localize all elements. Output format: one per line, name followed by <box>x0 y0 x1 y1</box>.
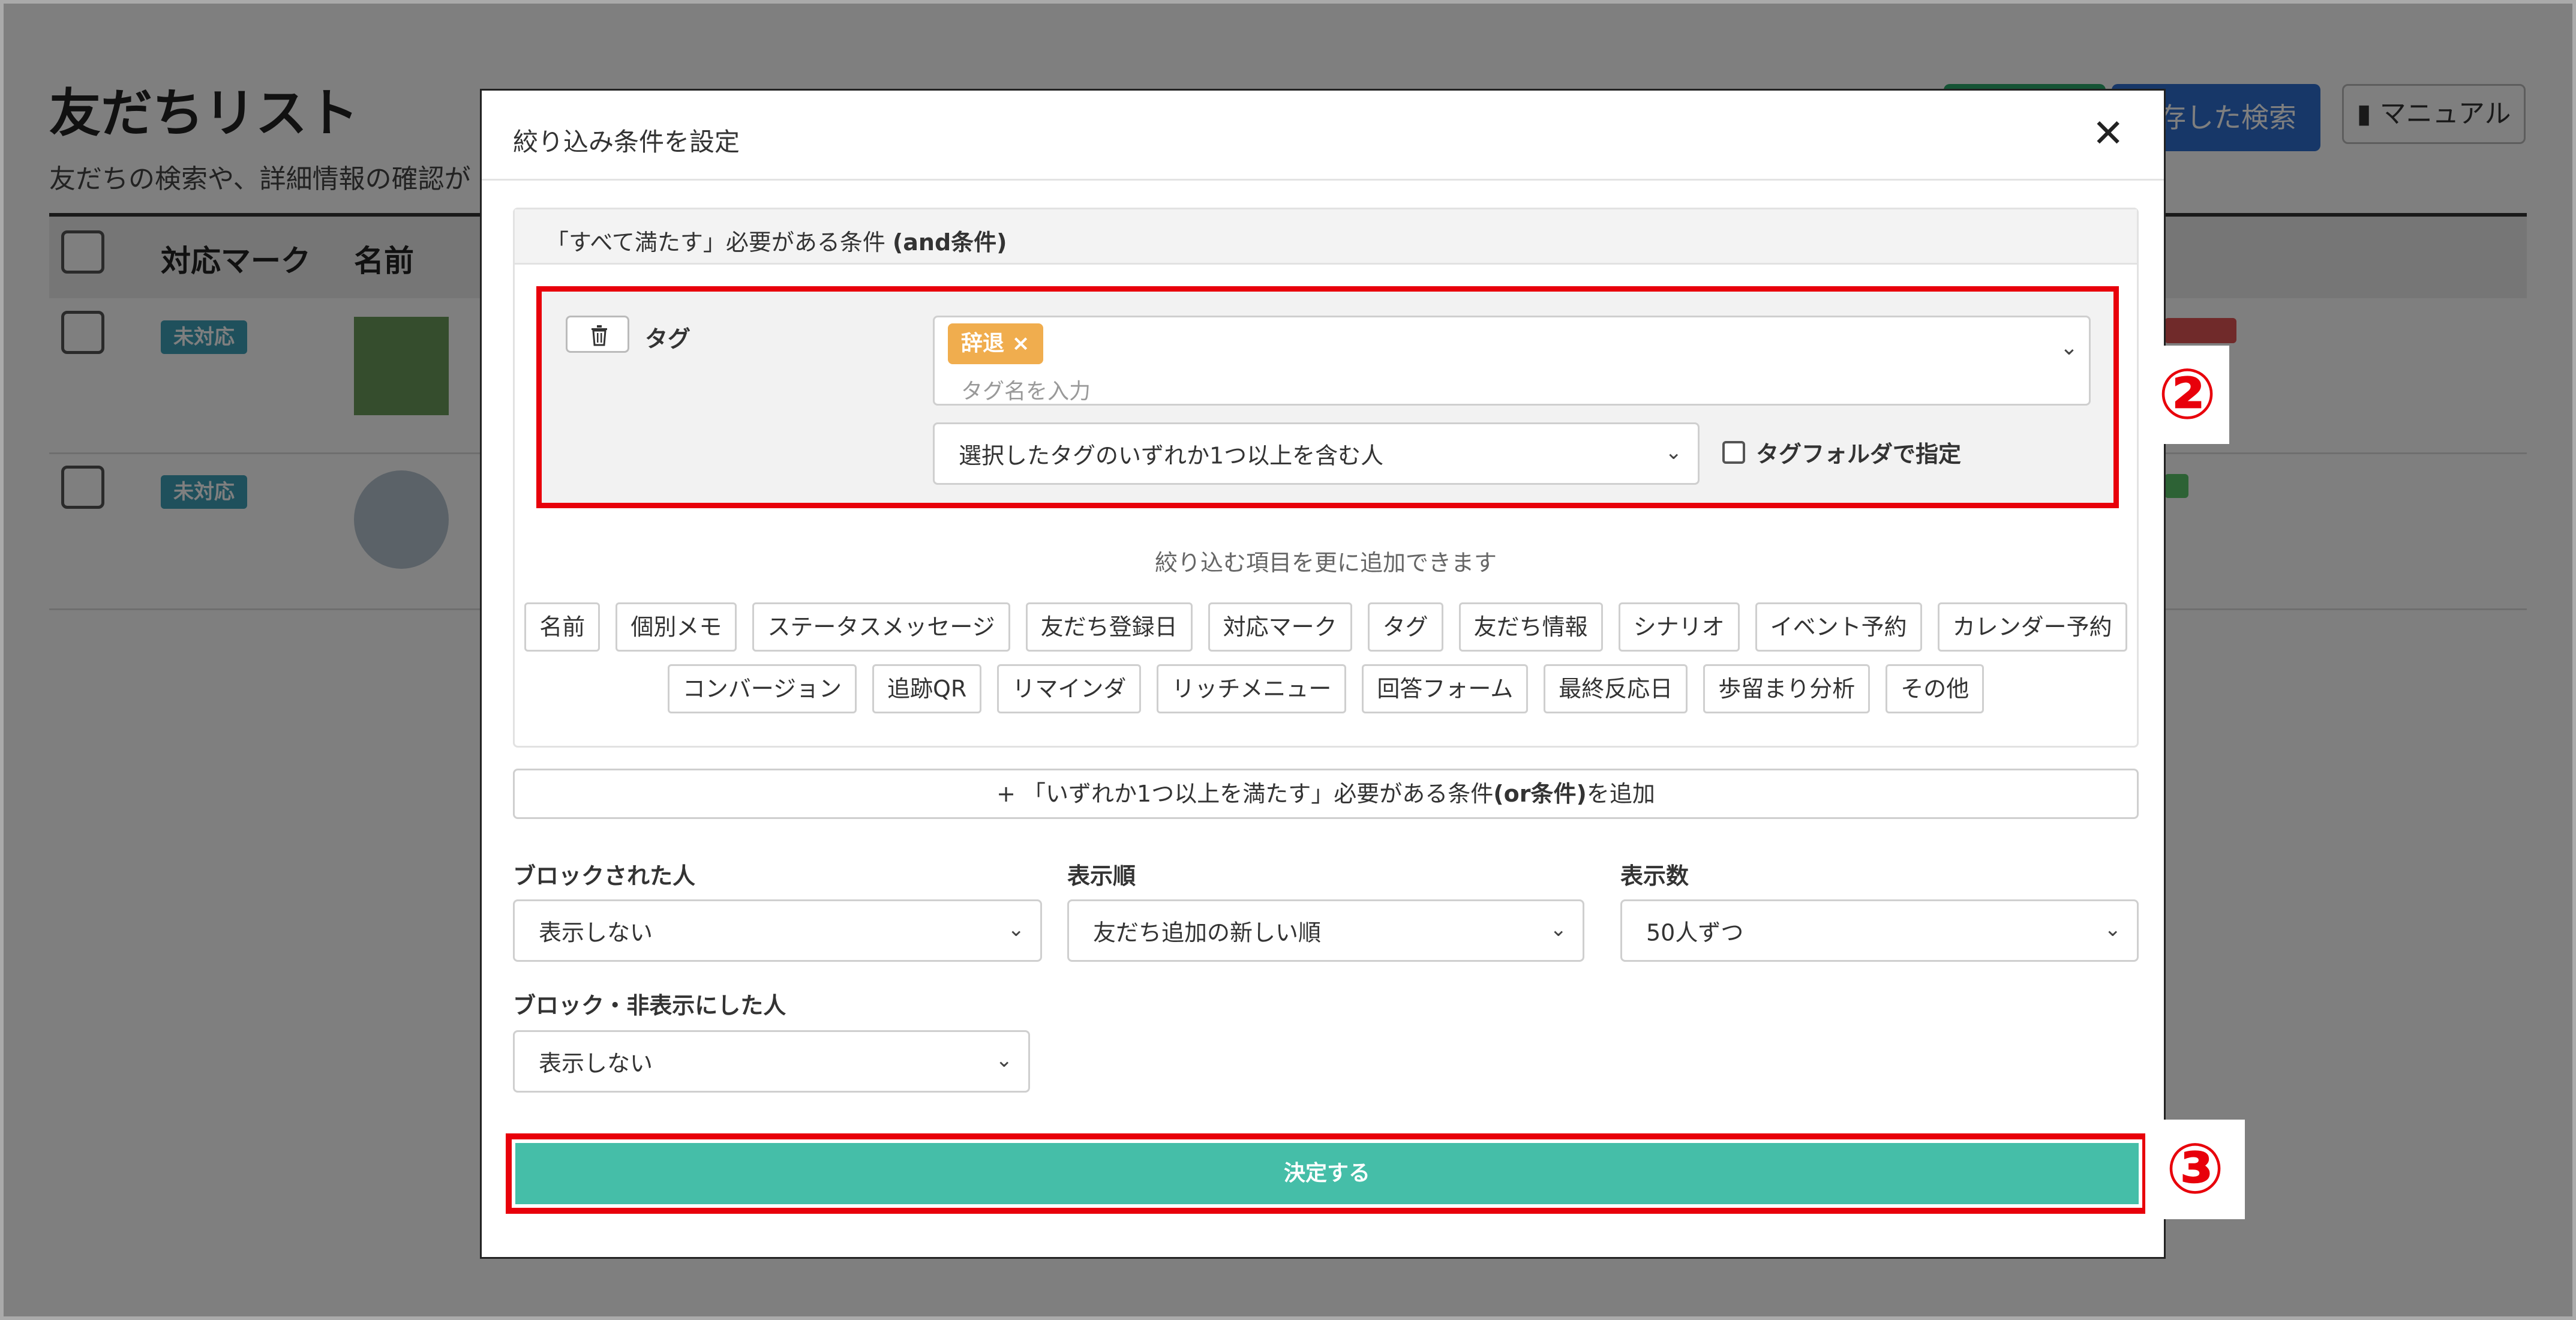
add-item-other[interactable]: その他 <box>1886 664 1984 713</box>
hidden-value: 表示しない <box>539 1050 653 1077</box>
per-page-select[interactable]: 50人ずつ ⌄ <box>1620 899 2139 962</box>
chevron-down-icon[interactable]: ⌄ <box>2060 335 2078 360</box>
chevron-down-icon: ⌄ <box>1665 440 1683 464</box>
blocked-value: 表示しない <box>539 919 653 946</box>
add-item-yield-analysis[interactable]: 歩留まり分析 <box>1703 664 1871 713</box>
modal-header: 絞り込み条件を設定 ✕ <box>482 91 2164 181</box>
add-item-calendar-reservation[interactable]: カレンダー予約 <box>1937 602 2127 652</box>
sort-order-label: 表示順 <box>1067 863 1136 889</box>
and-condition-box: 「すべて満たす」必要がある条件 (and条件) タグ 辞退 × タグ名を入力 ⌄ <box>513 208 2139 748</box>
tag-condition-row: タグ 辞退 × タグ名を入力 ⌄ 選択したタグのいずれか1つ以上を含む人 ⌄ タ… <box>536 286 2119 508</box>
submit-button[interactable]: 決定する <box>515 1143 2139 1204</box>
add-item-status-message[interactable]: ステータスメッセージ <box>752 602 1010 652</box>
add-item-tracking-qr[interactable]: 追跡QR <box>872 664 982 713</box>
and-condition-header: 「すべて満たす」必要がある条件 (and条件) <box>515 209 2137 265</box>
sort-order-value: 友だち追加の新しい順 <box>1093 919 1322 946</box>
add-item-friend-info[interactable]: 友だち情報 <box>1458 602 1603 652</box>
tag-folder-checkbox[interactable] <box>1722 440 1745 464</box>
add-items-hint: 絞り込む項目を更に追加できます <box>1154 550 1497 576</box>
chevron-down-icon: ⌄ <box>995 1048 1013 1072</box>
submit-highlight: 決定する <box>506 1133 2148 1214</box>
selected-tag-chip[interactable]: 辞退 × <box>948 323 1043 364</box>
step-marker-3: ③ <box>2145 1120 2245 1219</box>
tag-folder-option[interactable]: タグフォルダで指定 <box>1722 436 1961 469</box>
condition-label: タグ <box>645 326 691 352</box>
add-item-memo[interactable]: 個別メモ <box>616 602 737 652</box>
tag-match-mode-select[interactable]: 選択したタグのいずれか1つ以上を含む人 ⌄ <box>933 422 1700 485</box>
modal-title: 絞り込み条件を設定 <box>513 127 740 157</box>
add-item-reminder[interactable]: リマインダ <box>997 664 1142 713</box>
delete-condition-button[interactable] <box>566 316 629 353</box>
add-items-row: コンバージョン 追跡QR リマインダ リッチメニュー 回答フォーム 最終反応日 … <box>515 664 2137 713</box>
tag-folder-label: タグフォルダで指定 <box>1756 441 1962 467</box>
blocked-label: ブロックされた人 <box>513 863 696 889</box>
step-marker-2: ② <box>2145 346 2229 444</box>
close-icon[interactable]: ✕ <box>2092 115 2124 153</box>
add-item-name[interactable]: 名前 <box>524 602 601 652</box>
chevron-down-icon: ⌄ <box>1007 917 1025 941</box>
sort-order-select[interactable]: 友だち追加の新しい順 ⌄ <box>1067 899 1584 962</box>
hidden-label: ブロック・非表示にした人 <box>513 992 786 1019</box>
per-page-value: 50人ずつ <box>1646 919 1744 946</box>
blocked-select[interactable]: 表示しない ⌄ <box>513 899 1042 962</box>
add-item-last-reaction-date[interactable]: 最終反応日 <box>1544 664 1688 713</box>
tag-match-mode-value: 選択したタグのいずれか1つ以上を含む人 <box>959 442 1384 469</box>
add-item-tag[interactable]: タグ <box>1367 602 1443 652</box>
add-item-register-date[interactable]: 友だち登録日 <box>1025 602 1193 652</box>
tag-select-input[interactable]: 辞退 × タグ名を入力 ⌄ <box>933 316 2091 406</box>
add-items-row: 名前 個別メモ ステータスメッセージ 友だち登録日 対応マーク タグ 友だち情報… <box>515 602 2137 652</box>
chevron-down-icon: ⌄ <box>1550 917 1568 941</box>
tag-input-placeholder: タグ名を入力 <box>961 379 1091 404</box>
filter-modal: 絞り込み条件を設定 ✕ 「すべて満たす」必要がある条件 (and条件) タグ 辞… <box>480 89 2166 1259</box>
chevron-down-icon: ⌄ <box>2104 917 2122 941</box>
and-condition-heading: 「すべて満たす」必要がある条件 (and条件) <box>546 229 1007 256</box>
per-page-label: 表示数 <box>1620 863 1689 889</box>
add-or-condition-button[interactable]: + 「いずれか1つ以上を満たす」必要がある条件(or条件)を追加 <box>513 769 2139 819</box>
add-item-answer-form[interactable]: 回答フォーム <box>1362 664 1529 713</box>
add-item-response-mark[interactable]: 対応マーク <box>1208 602 1352 652</box>
hidden-select[interactable]: 表示しない ⌄ <box>513 1030 1030 1093</box>
add-item-event-reservation[interactable]: イベント予約 <box>1755 602 1922 652</box>
add-item-rich-menu[interactable]: リッチメニュー <box>1157 664 1347 713</box>
add-item-scenario[interactable]: シナリオ <box>1618 602 1740 652</box>
trash-icon <box>592 325 607 346</box>
add-item-conversion[interactable]: コンバージョン <box>667 664 857 713</box>
